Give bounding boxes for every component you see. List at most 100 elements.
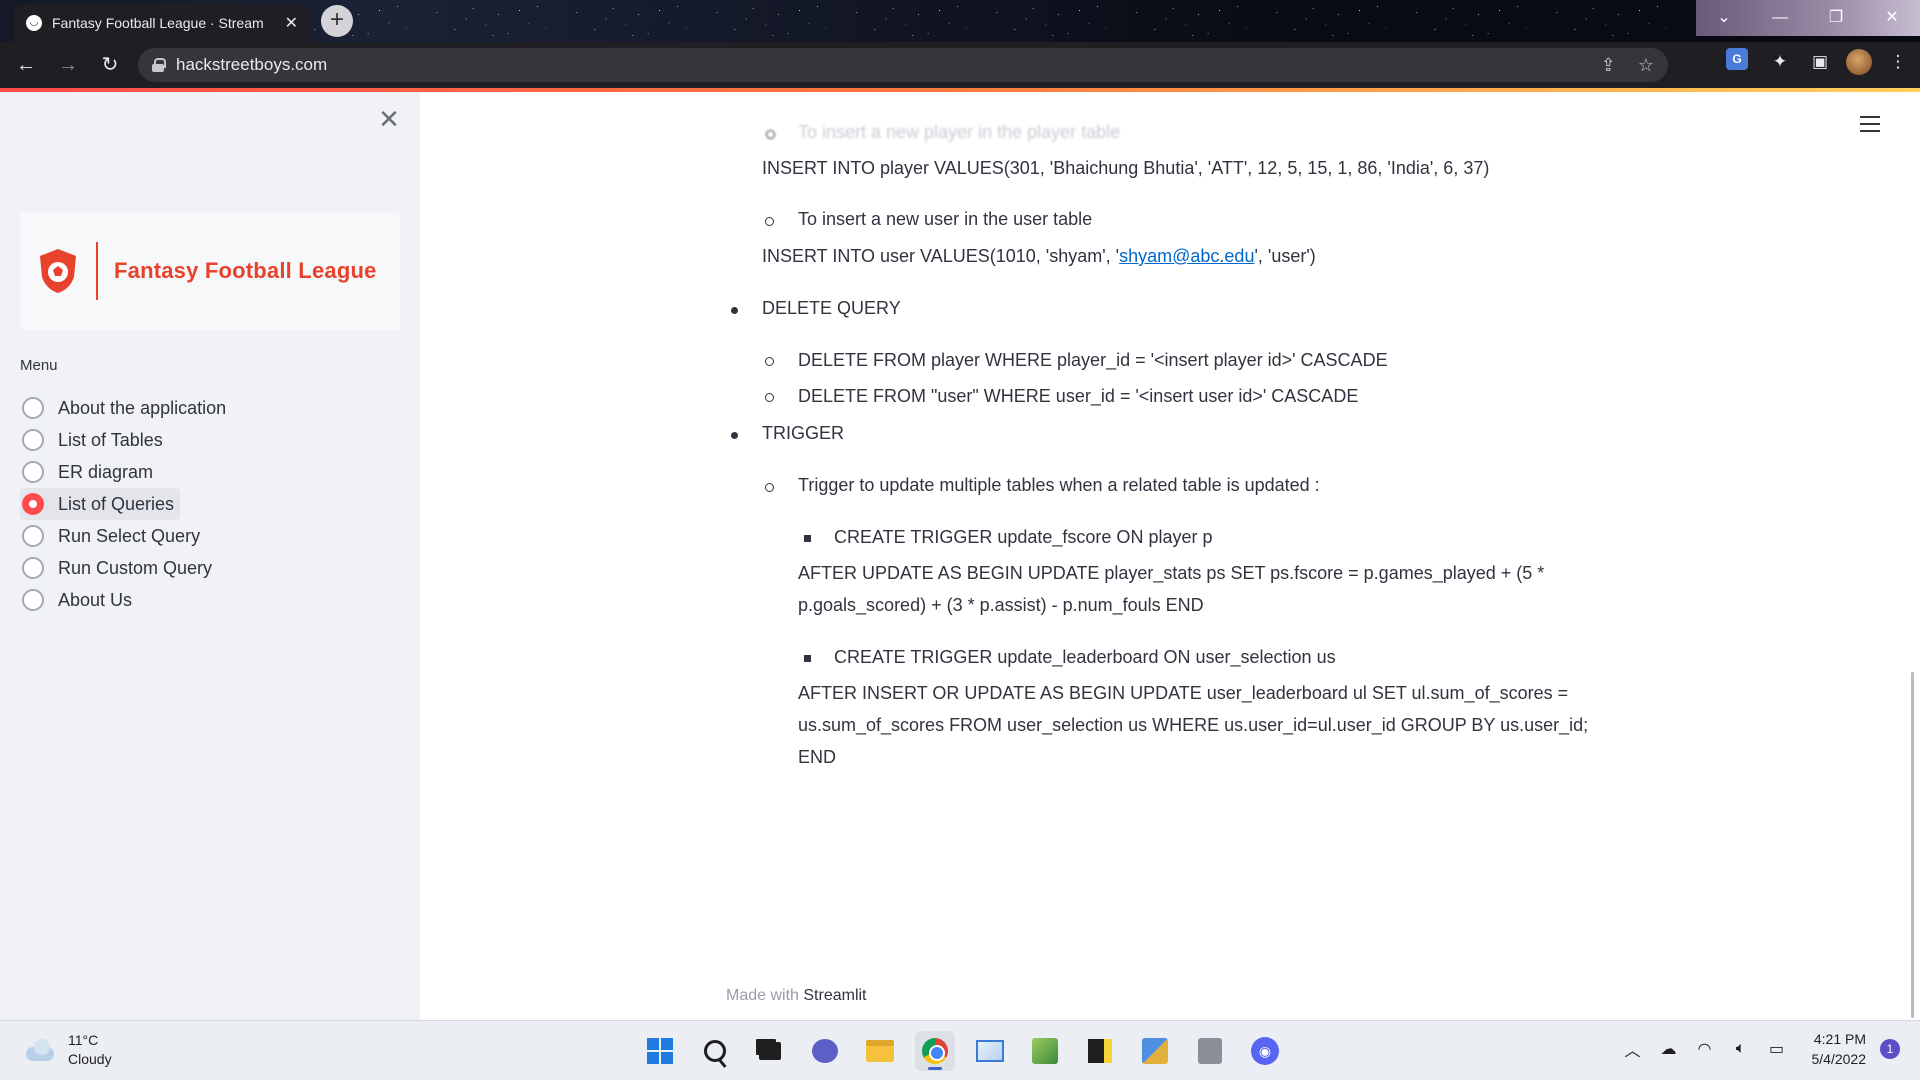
windows-logo-icon (647, 1038, 673, 1064)
sticky-notes-button[interactable] (1080, 1031, 1120, 1071)
security-icon (1198, 1038, 1222, 1064)
menu-radio-group: About the application List of Tables ER … (20, 392, 230, 616)
trigger2-title: CREATE TRIGGER update_leaderboard ON use… (834, 647, 1336, 667)
extensions-puzzle-icon[interactable]: ✦ (1766, 48, 1794, 76)
delete-user-query: DELETE FROM "user" WHERE user_id = '<ins… (798, 386, 1359, 406)
paint-app-button[interactable] (1025, 1031, 1065, 1071)
browser-tab[interactable]: ◡ Fantasy Football League · Stream ✕ (14, 4, 310, 42)
task-view-button[interactable] (750, 1031, 790, 1071)
logo-divider (96, 242, 98, 300)
sidebar: ✕ Fantasy Football League Menu About the… (0, 92, 420, 1020)
side-panel-icon[interactable]: ▣ (1806, 48, 1834, 76)
email-link[interactable]: shyam@abc.edu (1119, 246, 1254, 266)
new-tab-button[interactable]: + (321, 5, 353, 37)
radio-button-selected[interactable] (22, 493, 44, 515)
forward-arrow-icon[interactable]: → (52, 49, 84, 81)
delete-player-query: DELETE FROM player WHERE player_id = '<i… (798, 350, 1388, 370)
weather-temperature: 11°C (68, 1032, 99, 1048)
trigger2-body-line1: AFTER INSERT OR UPDATE AS BEGIN UPDATE u… (798, 683, 1569, 703)
menu-item-about-us[interactable]: About Us (20, 584, 230, 616)
minimize-button[interactable]: — (1752, 0, 1808, 36)
share-icon[interactable]: ⇪ (1601, 55, 1616, 76)
browser-toolbar: ← → ↻ hackstreetboys.com ⇪ ☆ G ✦ ▣ ⋮ (0, 42, 1920, 88)
tab-title: Fantasy Football League · Stream (52, 15, 264, 31)
clock-date: 5/4/2022 (1811, 1051, 1867, 1067)
radio-button[interactable] (22, 429, 44, 451)
insert-player-query: INSERT INTO player VALUES(301, 'Bhaichun… (762, 158, 1490, 178)
menu-item-er-diagram[interactable]: ER diagram (20, 456, 230, 488)
network-app-button[interactable] (1135, 1031, 1175, 1071)
bullet-circle (766, 130, 775, 139)
file-explorer-button[interactable] (860, 1031, 900, 1071)
menu-item-run-select-query[interactable]: Run Select Query (20, 520, 230, 552)
menu-item-list-of-tables[interactable]: List of Tables (20, 424, 230, 456)
clock-time: 4:21 PM (1813, 1031, 1866, 1047)
menu-item-about-application[interactable]: About the application (20, 392, 230, 424)
battery-icon[interactable]: ▭ (1766, 1039, 1788, 1059)
window-controls: ⌄ — ❐ ✕ (1696, 0, 1920, 36)
tab-search-button[interactable]: ⌄ (1696, 0, 1752, 36)
discord-button[interactable]: ◉ (1245, 1031, 1285, 1071)
onedrive-cloud-icon[interactable]: ☁ (1658, 1039, 1680, 1059)
radio-button[interactable] (22, 397, 44, 419)
search-icon (704, 1040, 726, 1062)
restore-button[interactable]: ❐ (1808, 0, 1864, 36)
radio-button[interactable] (22, 461, 44, 483)
radio-button[interactable] (22, 525, 44, 547)
bookmark-star-icon[interactable]: ☆ (1638, 55, 1654, 76)
wifi-icon[interactable]: ◠ (1694, 1039, 1716, 1059)
streamlit-favicon-icon: ◡ (26, 15, 42, 31)
menu-item-label: ER diagram (58, 461, 154, 482)
more-menu-icon[interactable]: ⋮ (1884, 48, 1912, 76)
menu-item-run-custom-query[interactable]: Run Custom Query (20, 552, 230, 584)
back-arrow-icon[interactable]: ← (10, 49, 42, 81)
logo-text: Fantasy Football League (114, 258, 377, 283)
translate-icon: G (1726, 48, 1748, 70)
chrome-icon (922, 1038, 948, 1064)
translate-extension-button[interactable]: G (1726, 48, 1754, 76)
lock-icon[interactable] (152, 58, 166, 72)
radio-button[interactable] (22, 589, 44, 611)
scrollbar[interactable] (1911, 672, 1914, 1018)
profile-avatar[interactable] (1846, 49, 1872, 75)
photos-app-button[interactable] (970, 1031, 1010, 1071)
start-button[interactable] (640, 1031, 680, 1071)
url-text[interactable]: hackstreetboys.com (176, 55, 327, 75)
radio-button[interactable] (22, 557, 44, 579)
sidebar-close-icon[interactable]: ✕ (376, 106, 402, 132)
reload-icon[interactable]: ↻ (94, 49, 126, 81)
insert-user-heading: To insert a new user in the user table (798, 209, 1093, 229)
insert-user-query: INSERT INTO user VALUES(1010, 'shyam', '… (762, 246, 1316, 267)
browser-tab-strip: ◡ Fantasy Football League · Stream ✕ + ⌄… (0, 0, 1920, 42)
close-window-button[interactable]: ✕ (1864, 0, 1920, 36)
volume-icon[interactable]: 🔈︎ (1730, 1040, 1752, 1058)
notification-badge[interactable]: 1 (1880, 1039, 1900, 1059)
trigger-description: Trigger to update multiple tables when a… (798, 475, 1320, 495)
security-app-button[interactable] (1190, 1031, 1230, 1071)
menu-item-list-of-queries[interactable]: List of Queries (20, 488, 180, 520)
teams-chat-button[interactable] (805, 1031, 845, 1071)
chevron-up-icon[interactable]: ︿ (1622, 1037, 1644, 1061)
windows-taskbar: 11°C Cloudy ◉ ︿ ☁ ◠ 🔈︎ ▭ 4:21 PM 5/4/202… (0, 1020, 1920, 1080)
insert-user-query-prefix: INSERT INTO user VALUES(1010, 'shyam', ' (762, 246, 1120, 266)
chrome-button[interactable] (915, 1031, 955, 1071)
bullet-square (804, 655, 811, 662)
tab-close-icon[interactable]: ✕ (285, 13, 298, 33)
shield-ball-icon (40, 249, 76, 293)
clock[interactable]: 4:21 PM 5/4/2022 (1812, 1029, 1867, 1069)
address-bar[interactable]: hackstreetboys.com ⇪ ☆ (138, 48, 1668, 82)
network-icon (1142, 1038, 1168, 1064)
app-logo: Fantasy Football League (20, 212, 400, 330)
bullet-square (804, 535, 811, 542)
trigger1-body-line2: p.goals_scored) + (3 * p.assist) - p.num… (798, 595, 1204, 615)
trigger-heading: TRIGGER (762, 423, 845, 443)
search-button[interactable] (695, 1031, 735, 1071)
footer: Made with Streamlit (726, 987, 867, 1005)
bullet-circle (765, 483, 774, 492)
queries-list: To insert a new player in the player tab… (420, 92, 1920, 1020)
cloud-icon (24, 1039, 56, 1061)
streamlit-link[interactable]: Streamlit (803, 987, 866, 1004)
menu-item-label: Run Custom Query (58, 557, 213, 578)
delete-query-heading: DELETE QUERY (762, 298, 901, 318)
weather-widget[interactable]: 11°C Cloudy (24, 1031, 112, 1069)
